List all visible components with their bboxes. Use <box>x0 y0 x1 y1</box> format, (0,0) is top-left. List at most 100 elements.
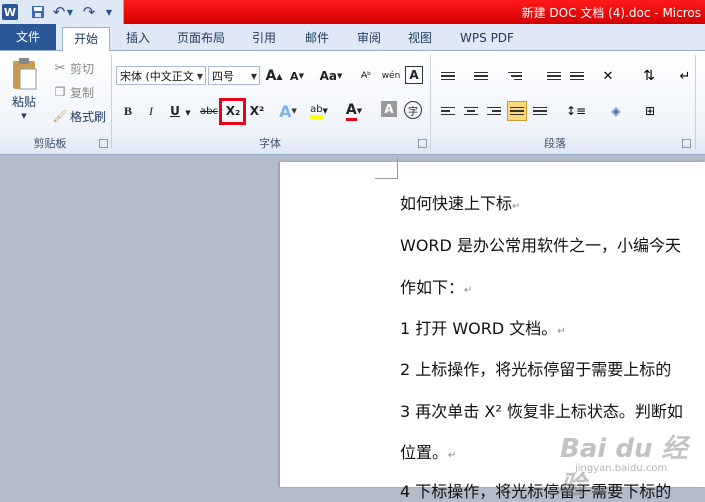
doc-line[interactable]: 如何快速上下标↵ <box>400 190 520 214</box>
align-left-icon <box>441 105 455 118</box>
justify-button[interactable] <box>507 101 527 121</box>
paste-icon <box>13 58 37 90</box>
font-dialog-launcher-icon[interactable] <box>418 139 427 148</box>
shading-button[interactable]: ◈ <box>606 101 626 121</box>
strikethrough-button[interactable]: abc <box>199 101 219 121</box>
tab-wps-pdf[interactable]: WPS PDF <box>452 27 522 49</box>
tab-insert[interactable]: 插入 <box>118 27 158 49</box>
paste-dropdown-icon: ▼ <box>21 112 27 120</box>
font-color-button[interactable]: A ▼ <box>344 101 364 121</box>
asian-layout-button[interactable]: ✕ <box>598 66 618 86</box>
subscript-highlight-box <box>219 98 246 125</box>
sort-icon: ⇅ <box>643 68 655 84</box>
chevron-down-icon: ▼ <box>250 72 257 81</box>
format-painter-icon: 🖌 <box>52 109 68 123</box>
sort-button[interactable]: ⇅ <box>639 66 659 86</box>
doc-line[interactable]: 作如下：↵ <box>400 274 472 298</box>
undo-icon[interactable]: ↶ <box>52 3 66 21</box>
watermark-url: jingyan.baidu.com <box>575 463 668 474</box>
clear-format-icon: A̶ᵇ <box>360 71 371 81</box>
justify-icon <box>510 105 524 118</box>
tab-home[interactable]: 开始 <box>62 27 110 51</box>
ribbon: 粘贴 ▼ ✂ 剪切 ❐ 复制 🖌 格式刷 剪贴板 宋体 (中文正文 ▼ 四号 ▼ A… <box>0 51 705 155</box>
ribbon-tabs: 文件 开始 插入 页面布局 引用 邮件 审阅 视图 WPS PDF <box>0 24 705 51</box>
pinyin-guide-button[interactable]: wén <box>381 66 401 86</box>
paste-button[interactable]: 粘贴 ▼ <box>6 57 42 127</box>
clipboard-dialog-launcher-icon[interactable] <box>99 139 108 148</box>
decrease-indent-button[interactable] <box>544 66 564 86</box>
superscript-button[interactable]: X² <box>247 101 267 121</box>
font-name-select[interactable]: 宋体 (中文正文 ▼ <box>116 66 206 85</box>
clipboard-group-label: 剪贴板 <box>33 137 67 150</box>
font-size-select[interactable]: 四号 ▼ <box>208 66 260 85</box>
distributed-icon <box>533 105 547 118</box>
tab-view[interactable]: 视图 <box>400 27 440 49</box>
chevron-down-icon: ▼ <box>196 72 203 81</box>
tab-file[interactable]: 文件 <box>0 24 56 50</box>
align-center-icon <box>464 105 478 118</box>
multilevel-list-icon <box>508 70 522 83</box>
tab-mailings[interactable]: 邮件 <box>297 27 337 49</box>
group-divider <box>695 55 696 149</box>
show-marks-button[interactable]: ↵ <box>675 66 695 86</box>
character-border-button[interactable]: A <box>405 66 423 84</box>
distributed-button[interactable] <box>530 101 550 121</box>
text-effects-button[interactable]: A ▼ <box>278 101 298 121</box>
increase-indent-button[interactable] <box>567 66 587 86</box>
quick-access-toolbar: W ↶ ▼ ↷ ▼ <box>0 0 124 24</box>
copy-icon: ❐ <box>54 85 66 99</box>
undo-dropdown-icon[interactable]: ▼ <box>66 3 74 21</box>
doc-line[interactable]: 3 再次单击 X² 恢复非上标状态。判断如 <box>400 398 683 422</box>
tab-references[interactable]: 引用 <box>244 27 284 49</box>
doc-line[interactable]: 1 打开 WORD 文档。↵ <box>400 315 566 339</box>
doc-line[interactable]: 位置。↵ <box>400 439 456 463</box>
align-center-button[interactable] <box>461 101 481 121</box>
character-shading-button[interactable]: A <box>381 101 397 117</box>
align-left-button[interactable] <box>438 101 458 121</box>
window-title: 新建 DOC 文档 (4).doc - Micros <box>521 6 701 20</box>
paragraph-mark-icon: ↵ <box>679 68 691 84</box>
numbering-button[interactable] <box>471 66 491 86</box>
align-right-icon <box>487 105 501 118</box>
italic-button[interactable]: I <box>141 101 161 121</box>
grow-font-button[interactable]: A ▲ <box>264 66 284 86</box>
enclose-characters-button[interactable]: 字 <box>404 101 422 119</box>
underline-dropdown-icon[interactable]: ▼ <box>183 103 193 123</box>
change-case-button[interactable]: Aa ▼ <box>318 66 344 86</box>
increase-indent-icon <box>570 70 584 83</box>
doc-line[interactable]: 2 上标操作，将光标停留于需要上标的 <box>400 356 671 380</box>
paint-bucket-icon: ◈ <box>611 104 621 118</box>
multilevel-list-button[interactable] <box>505 66 525 86</box>
word-logo-icon[interactable]: W <box>2 4 18 20</box>
doc-line[interactable]: WORD 是办公常用软件之一，小编今天 <box>400 232 681 256</box>
bullets-button[interactable] <box>438 66 458 86</box>
bold-button[interactable]: B <box>118 101 138 121</box>
cut-button[interactable]: ✂ 剪切 <box>52 59 94 77</box>
save-icon[interactable] <box>30 3 46 21</box>
highlight-color-button[interactable]: ab ▼ <box>309 101 329 121</box>
paragraph-group-label: 段落 <box>544 137 566 150</box>
paragraph-dialog-launcher-icon[interactable] <box>682 139 691 148</box>
borders-button[interactable]: ⊞ <box>640 101 660 121</box>
numbered-list-icon <box>474 70 488 83</box>
font-group-label: 字体 <box>259 137 281 150</box>
tab-page-layout[interactable]: 页面布局 <box>170 27 232 49</box>
align-right-button[interactable] <box>484 101 504 121</box>
shrink-font-button[interactable]: A ▼ <box>287 66 307 86</box>
line-spacing-button[interactable]: ↕≡ <box>566 101 586 121</box>
line-spacing-icon: ↕≡ <box>565 104 587 118</box>
format-painter-button[interactable]: 🖌 格式刷 <box>52 107 106 125</box>
title-bar: W ↶ ▼ ↷ ▼ 新建 DOC 文档 (4).doc - Micros <box>0 0 705 24</box>
asian-layout-icon: ✕ <box>602 68 614 84</box>
customize-toolbar-icon[interactable]: ▼ <box>104 3 114 21</box>
redo-icon[interactable]: ↷ <box>82 3 96 21</box>
underline-button[interactable]: U <box>165 101 185 121</box>
page-corner-marker <box>375 158 398 179</box>
tab-review[interactable]: 审阅 <box>349 27 389 49</box>
bullet-list-icon <box>441 70 455 83</box>
decrease-indent-icon <box>547 70 561 83</box>
copy-button[interactable]: ❐ 复制 <box>52 83 94 101</box>
border-grid-icon: ⊞ <box>644 104 656 118</box>
scissors-icon: ✂ <box>54 60 66 76</box>
clear-format-button[interactable]: A̶ᵇ <box>356 66 376 86</box>
